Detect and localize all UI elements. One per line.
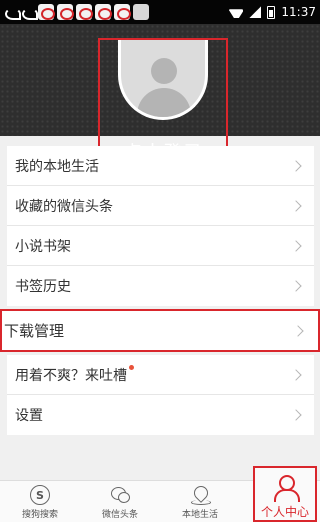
tab-label: 个人中心 <box>260 505 309 519</box>
tab-sogou-search[interactable]: S 搜狗搜索 <box>0 481 80 522</box>
notification-icons <box>4 4 149 20</box>
chevron-right-icon <box>290 199 302 212</box>
notification-dot-icon <box>129 365 134 370</box>
avatar[interactable] <box>118 40 208 120</box>
tab-label: 微信头条 <box>101 510 138 520</box>
chevron-right-icon <box>290 368 302 381</box>
wechat-icon <box>110 485 130 505</box>
menu-item-novel-shelf[interactable]: 小说书架 <box>7 226 314 266</box>
menu-item-label: 收藏的微信头条 <box>15 198 113 215</box>
menu-item-label: 用着不爽？来吐槽 <box>15 367 127 384</box>
tab-personal-center[interactable]: 个人中心 <box>253 466 317 522</box>
sogou-notification-icon <box>76 4 93 20</box>
menu-item-label: 我的本地生活 <box>15 158 99 175</box>
app-notification-icon <box>4 5 21 20</box>
menu-item-download-manager[interactable]: 下载管理 <box>0 309 320 352</box>
menu-item-label: 书签历史 <box>15 279 71 295</box>
sogou-notification-icon <box>114 4 131 20</box>
chevron-right-icon <box>290 159 302 172</box>
app-notification-icon <box>21 5 38 20</box>
status-bar: 11:37 <box>0 0 320 24</box>
sogou-notification-icon <box>38 4 55 20</box>
chevron-right-icon <box>292 324 304 337</box>
menu-item-local-life[interactable]: 我的本地生活 <box>7 146 314 186</box>
tab-local-life[interactable]: 本地生活 <box>160 481 240 522</box>
chevron-right-icon <box>290 280 302 292</box>
menu-item-label: 小说书架 <box>15 238 71 255</box>
menu-item-feedback[interactable]: 用着不爽？来吐槽 <box>7 355 314 395</box>
chevron-right-icon <box>290 239 302 252</box>
sogou-notification-icon <box>57 4 74 20</box>
location-pin-icon <box>190 485 211 505</box>
tab-wechat-headlines[interactable]: 微信头条 <box>80 481 160 522</box>
tab-label: 本地生活 <box>181 510 218 520</box>
status-time: 11:37 <box>281 5 316 19</box>
menu-item-wechat-favorites[interactable]: 收藏的微信头条 <box>7 186 314 226</box>
menu-item-settings[interactable]: 设置 <box>7 395 314 435</box>
menu-list-top: 我的本地生活 收藏的微信头条 小说书架 书签历史 <box>7 146 314 306</box>
sogou-notification-icon <box>95 4 112 20</box>
image-notification-icon <box>133 4 149 20</box>
menu-item-label: 设置 <box>15 408 43 424</box>
profile-header: 点击登录 <box>0 24 320 164</box>
menu-list-bottom: 用着不爽？来吐槽 设置 <box>7 355 314 435</box>
menu-item-bookmark-history[interactable]: 书签历史 <box>7 266 314 306</box>
avatar-body-icon <box>137 88 191 117</box>
person-icon <box>272 474 300 502</box>
avatar-head-icon <box>151 58 177 84</box>
wifi-icon <box>229 6 243 18</box>
signal-icon <box>249 6 262 18</box>
sogou-icon: S <box>30 485 50 505</box>
chevron-right-icon <box>290 409 302 421</box>
tab-label: 搜狗搜索 <box>21 510 58 520</box>
battery-icon <box>267 5 276 19</box>
menu-item-label: 下载管理 <box>4 322 65 340</box>
